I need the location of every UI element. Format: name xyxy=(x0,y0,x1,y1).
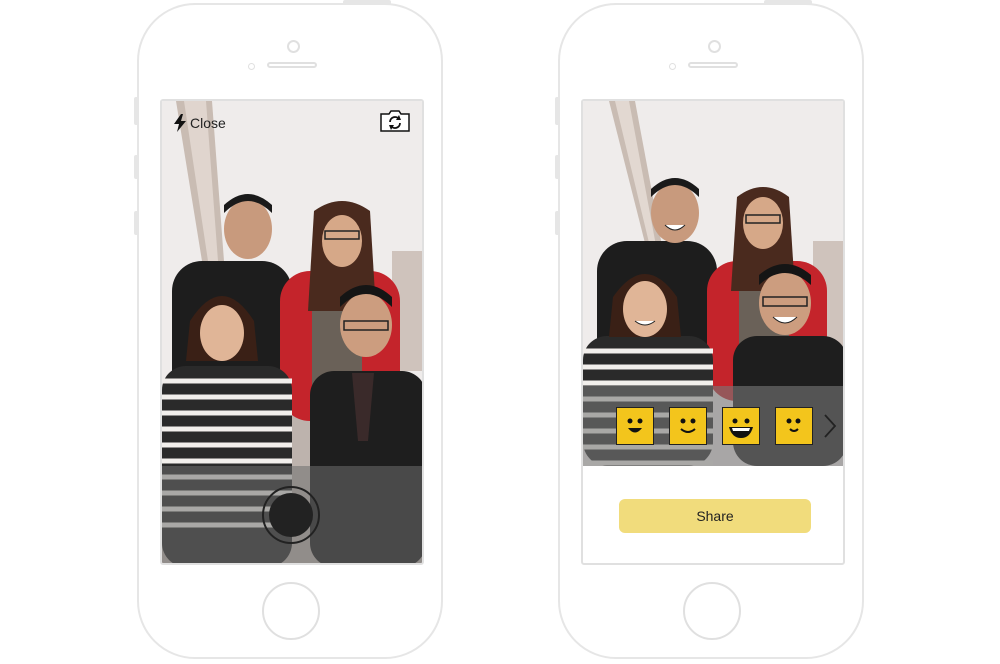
emoji-smile-icon[interactable] xyxy=(669,407,707,445)
emoji-grin-icon[interactable] xyxy=(616,407,654,445)
front-camera xyxy=(708,40,721,53)
close-button[interactable]: Close xyxy=(174,113,226,133)
camera-top-bar: Close xyxy=(162,101,422,145)
mute-switch xyxy=(134,97,138,125)
shutter-record-icon xyxy=(269,493,313,537)
share-screen: Share xyxy=(581,99,845,565)
phone-camera-view: Close xyxy=(134,0,443,659)
earpiece-speaker xyxy=(267,62,317,68)
share-button[interactable]: Share xyxy=(619,499,811,533)
proximity-sensor xyxy=(248,63,255,70)
home-button[interactable] xyxy=(262,582,320,640)
shutter-button[interactable] xyxy=(262,486,320,544)
home-button[interactable] xyxy=(683,582,741,640)
power-button xyxy=(764,0,812,4)
volume-up-button xyxy=(555,155,559,179)
earpiece-speaker xyxy=(688,62,738,68)
camera-controls-overlay xyxy=(162,466,422,563)
volume-up-button xyxy=(134,155,138,179)
camera-screen: Close xyxy=(160,99,424,565)
emoji-smirk-icon[interactable] xyxy=(775,407,813,445)
switch-camera-icon[interactable] xyxy=(379,109,411,133)
emoji-picker-bar xyxy=(583,386,843,466)
chevron-right-icon[interactable] xyxy=(822,412,838,440)
close-label: Close xyxy=(190,115,226,131)
flash-icon[interactable] xyxy=(174,114,186,132)
power-button xyxy=(343,0,391,4)
captured-photo xyxy=(583,101,843,466)
proximity-sensor xyxy=(669,63,676,70)
emoji-big-grin-icon[interactable] xyxy=(722,407,760,445)
front-camera xyxy=(287,40,300,53)
volume-down-button xyxy=(134,211,138,235)
volume-down-button xyxy=(555,211,559,235)
mute-switch xyxy=(555,97,559,125)
phone-share-view: Share xyxy=(555,0,864,659)
